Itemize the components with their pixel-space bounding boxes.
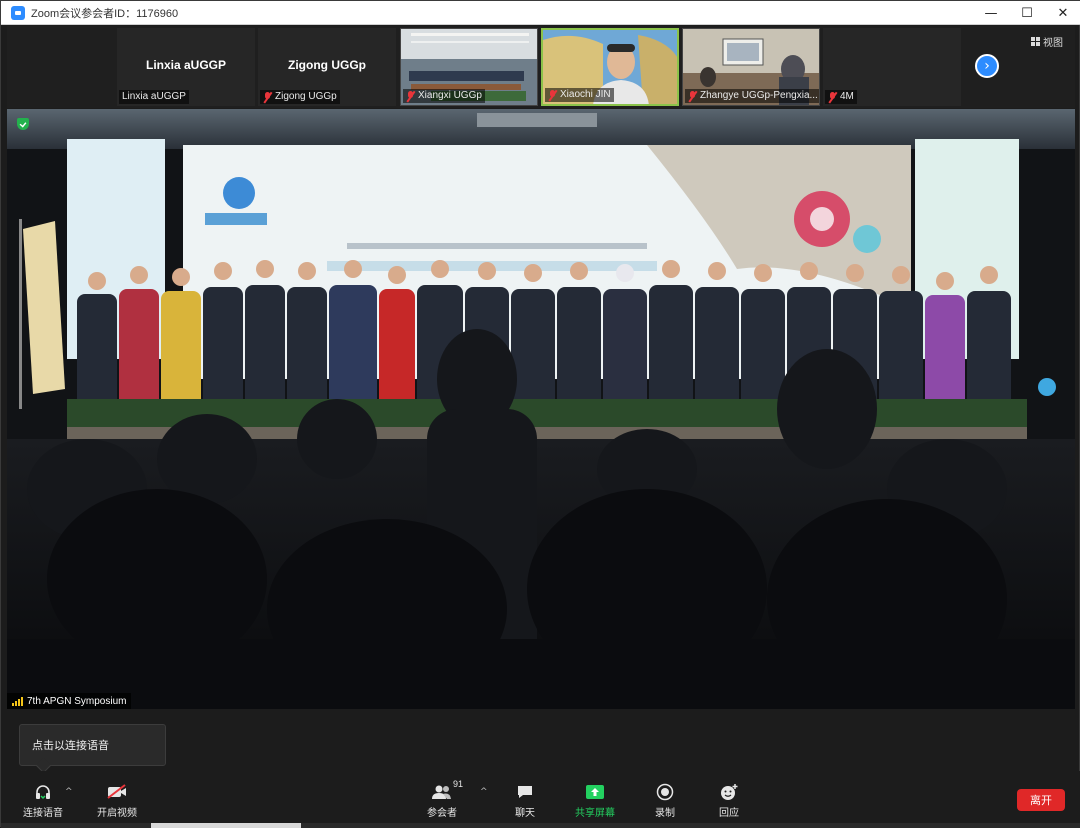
participants-count: 91 bbox=[453, 779, 464, 789]
participant-label: Xiaochi JIN bbox=[545, 88, 614, 102]
participants-icon: 91 bbox=[431, 779, 463, 801]
taskbar-strip bbox=[1, 823, 1080, 828]
join-audio-tooltip[interactable]: 点击以连接语音 bbox=[19, 724, 166, 766]
participant-label-text: Linxia aUGGP bbox=[122, 91, 186, 102]
record-button[interactable]: 录制 bbox=[635, 783, 695, 819]
active-speaker-label: 7th APGN Symposium bbox=[7, 693, 132, 709]
smiley-add-icon bbox=[719, 783, 739, 801]
participant-label: Zigong UGGp bbox=[260, 90, 340, 104]
record-label: 录制 bbox=[655, 808, 675, 819]
reactions-button[interactable]: 回应 bbox=[699, 783, 759, 819]
zoom-app-icon bbox=[11, 5, 25, 20]
participant-label-text: Xiaochi JIN bbox=[560, 89, 611, 100]
meeting-toolbar: 连接语音 ^ 开启视频 91 参会者 ^ 聊天 共享屏幕 录制 回应 离开 bbox=[1, 771, 1080, 823]
next-page-button[interactable]: › bbox=[975, 54, 999, 78]
chevron-right-icon: › bbox=[984, 58, 990, 74]
participant-tile-zhangye[interactable]: Zhangye UGGp-Pengxia... bbox=[682, 28, 820, 106]
participants-options-caret-icon[interactable]: ^ bbox=[480, 787, 488, 797]
main-video bbox=[7, 109, 1075, 709]
participant-name-large: Linxia aUGGP bbox=[145, 58, 227, 72]
speaker-name: 7th APGN Symposium bbox=[27, 695, 127, 707]
minimize-button[interactable]: — bbox=[973, 1, 1009, 25]
participant-label-text: Zhangye UGGp-Pengxia... bbox=[700, 90, 818, 101]
maximize-button[interactable]: ☐ bbox=[1009, 1, 1045, 25]
headphones-icon bbox=[34, 783, 52, 801]
share-screen-label: 共享屏幕 bbox=[575, 808, 615, 819]
window-title: Zoom会议参会者ID：1176960 bbox=[31, 7, 179, 20]
grid-view-icon bbox=[1031, 37, 1040, 46]
signal-strength-icon bbox=[12, 696, 23, 706]
share-screen-icon bbox=[585, 783, 605, 801]
tooltip-text: 点击以连接语音 bbox=[32, 740, 109, 752]
participant-tile-xiangxi[interactable]: Xiangxi UGGp bbox=[400, 28, 538, 106]
participant-tile-zigong[interactable]: Zigong UGGp Zigong UGGp bbox=[258, 28, 396, 106]
share-screen-button[interactable]: 共享屏幕 bbox=[565, 783, 625, 819]
participant-label: Xiangxi UGGp bbox=[403, 89, 485, 103]
video-off-icon bbox=[106, 783, 128, 801]
join-audio-button[interactable]: 连接语音 bbox=[13, 783, 73, 819]
title-bar: Zoom会议参会者ID：1176960 — ☐ ✕ bbox=[1, 1, 1080, 25]
leave-meeting-button[interactable]: 离开 bbox=[1017, 789, 1065, 811]
start-video-label: 开启视频 bbox=[97, 808, 137, 819]
reactions-label: 回应 bbox=[719, 808, 739, 819]
participant-tile-4m[interactable]: 4M bbox=[823, 28, 961, 106]
mic-muted-icon bbox=[263, 91, 272, 103]
participant-label-text: Xiangxi UGGp bbox=[418, 90, 482, 101]
encryption-shield-icon[interactable] bbox=[17, 118, 29, 130]
view-button[interactable]: 视图 bbox=[1031, 34, 1063, 49]
view-label: 视图 bbox=[1043, 38, 1063, 49]
participant-label-text: 4M bbox=[840, 91, 854, 102]
participant-strip: Linxia aUGGP Linxia aUGGP Zigong UGGp Zi… bbox=[7, 26, 1075, 108]
chat-button[interactable]: 聊天 bbox=[495, 783, 555, 819]
start-video-button[interactable]: 开启视频 bbox=[87, 783, 147, 819]
close-button[interactable]: ✕ bbox=[1045, 1, 1080, 25]
participant-label: Zhangye UGGp-Pengxia... bbox=[685, 89, 819, 103]
zoom-window: Zoom会议参会者ID：1176960 — ☐ ✕ Linxia aUGGP L… bbox=[0, 0, 1080, 828]
participant-label-text: Zigong UGGp bbox=[275, 91, 337, 102]
participant-label: 4M bbox=[825, 90, 857, 104]
participants-button[interactable]: 91 参会者 bbox=[412, 779, 472, 819]
chat-label: 聊天 bbox=[515, 808, 535, 819]
mic-muted-icon bbox=[828, 91, 837, 103]
window-controls: — ☐ ✕ bbox=[973, 1, 1080, 25]
taskbar-tab[interactable] bbox=[151, 823, 301, 828]
symposium-stage-video bbox=[7, 109, 1075, 709]
record-icon bbox=[656, 783, 674, 801]
chat-icon bbox=[516, 783, 534, 801]
participants-label: 参会者 bbox=[427, 808, 457, 819]
participant-tile-linxia[interactable]: Linxia aUGGP Linxia aUGGP bbox=[117, 28, 255, 106]
participant-label: Linxia aUGGP bbox=[119, 90, 189, 104]
participant-tile-xiaochi[interactable]: Xiaochi JIN bbox=[541, 28, 679, 106]
mic-muted-icon bbox=[548, 89, 557, 101]
mic-muted-icon bbox=[406, 90, 415, 102]
join-audio-label: 连接语音 bbox=[23, 808, 63, 819]
audio-options-caret-icon[interactable]: ^ bbox=[65, 787, 73, 797]
mic-muted-icon bbox=[688, 90, 697, 102]
participant-name-large: Zigong UGGp bbox=[288, 58, 366, 72]
